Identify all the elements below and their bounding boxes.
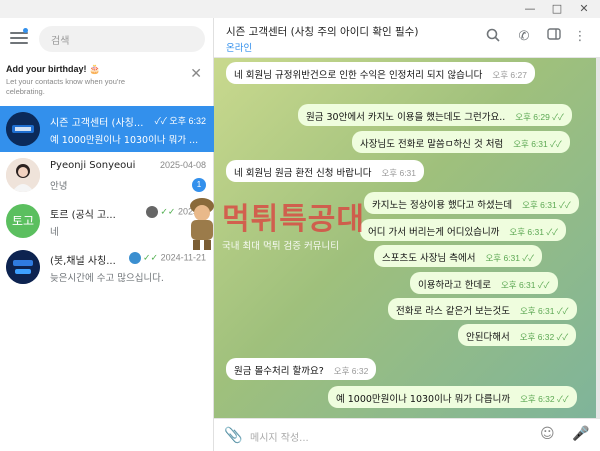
chat-title: 시즌 고객센터 (사칭 주의 아이디 확인 필수): [226, 26, 419, 38]
emoji-icon[interactable]: ☺: [540, 426, 555, 442]
scrollbar[interactable]: [596, 58, 600, 418]
chat-list-item[interactable]: 토고 토르 (공식 고... ✓✓ 2025-0 네: [0, 198, 214, 244]
search-input[interactable]: 검색: [39, 26, 205, 52]
small-avatar-icon: [145, 206, 158, 218]
minimize-icon[interactable]: —: [520, 1, 540, 17]
chat-preview: 예 1000만원이나 1030이나 뭐가 ...: [50, 135, 199, 146]
chat-name: Pyeonji Sonyeoui: [50, 160, 136, 171]
incoming-message[interactable]: 네 회원님 규정위반건으로 인한 수익은 인정처리 되지 않습니다 오후 6:27: [226, 62, 535, 84]
outgoing-message[interactable]: 안된다해서 오후 6:32 ✓✓: [458, 324, 577, 346]
double-check-icon: ✓✓: [556, 332, 569, 342]
outgoing-message[interactable]: 이용하라고 한데로 오후 6:31 ✓✓: [410, 272, 558, 294]
profile-photo-icon: [6, 158, 40, 192]
incoming-message[interactable]: 네 회원님 원금 환전 신청 바랍니다 오후 6:31: [226, 160, 425, 182]
birthday-subtitle: Let your contacts know when you're celeb…: [6, 77, 125, 96]
microphone-icon[interactable]: 🎤: [572, 426, 589, 442]
chat-preview: 안녕: [50, 181, 68, 192]
double-check-icon: ✓✓: [154, 116, 167, 126]
close-icon[interactable]: ✕: [190, 66, 202, 82]
small-avatar-icon: [128, 252, 141, 264]
outgoing-message[interactable]: 어디 가서 버리는게 어디있습니까 오후 6:31 ✓✓: [360, 219, 566, 241]
watermark-subtitle: 국내 최대 먹튀 검증 커뮤니티: [222, 241, 339, 252]
maximize-icon[interactable]: □: [547, 1, 567, 17]
attach-icon[interactable]: 📎: [224, 426, 243, 444]
double-check-icon: ✓✓: [522, 253, 534, 263]
double-check-icon: ✓✓: [160, 206, 176, 217]
search-icon[interactable]: [484, 28, 502, 46]
double-check-icon: ✓✓: [537, 280, 550, 290]
more-options-icon[interactable]: ⋮: [571, 28, 589, 46]
birthday-title: Add your birthday! 🎂: [6, 64, 101, 74]
chat-list-item[interactable]: 시즌 고객센터 (사칭... ✓✓ 오후 6:32 예 1000만원이나 103…: [0, 106, 214, 152]
outgoing-message[interactable]: 사장님도 전화로 말씀ㅁ하신 것 처럼 오후 6:31 ✓✓: [352, 131, 570, 153]
season-logo-icon: [6, 250, 40, 284]
close-icon[interactable]: ✕: [574, 1, 594, 17]
chat-time: ✓✓ 오후 6:32: [154, 116, 206, 126]
outgoing-message[interactable]: 원금 30안에서 카지노 이용을 했는데도 그런가요.. 오후 6:29 ✓✓: [298, 104, 572, 126]
incoming-message[interactable]: 원금 몰수처리 할까요? 오후 6:32: [226, 358, 377, 380]
double-check-icon: ✓✓: [550, 139, 562, 149]
double-check-icon: ✓✓: [556, 394, 569, 404]
watermark-title: 먹튀특공대: [222, 202, 365, 237]
double-check-icon: ✓✓: [559, 200, 571, 210]
avatar: [6, 250, 40, 284]
chat-name: 시즌 고객센터 (사칭...: [50, 118, 144, 129]
telegram-window: — □ ✕ 검색 Add your birthday! 🎂 Let your c…: [0, 0, 600, 451]
chat-header[interactable]: 시즌 고객센터 (사칭 주의 아이디 확인 필수) 온라인 ✆ ⋮: [214, 18, 600, 58]
double-check-icon: ✓✓: [546, 227, 558, 237]
chat-name: (봇,채널 사칭...: [50, 256, 116, 267]
outgoing-message[interactable]: 스포츠도 사장님 측에서 오후 6:31 ✓✓: [374, 245, 542, 267]
chat-preview: 늦은시간에 수고 많으십니다.: [50, 273, 164, 284]
menu-notification-dot: [23, 28, 28, 33]
avatar: [6, 112, 40, 146]
chat-list-item[interactable]: (봇,채널 사칭... ✓✓ 2024-11-21 늦은시간에 수고 많으십니다…: [0, 244, 214, 290]
chat-list-item[interactable]: Pyeonji Sonyeoui 2025-04-08 안녕 1: [0, 152, 214, 198]
outgoing-message[interactable]: 전화로 라스 같은거 보는것도 오후 6:31 ✓✓: [388, 298, 577, 320]
chat-time: 2025-04-08: [159, 160, 206, 170]
outgoing-message[interactable]: 카지노는 정상이용 했다고 하셨는데 오후 6:31 ✓✓: [364, 192, 579, 214]
birthday-banner[interactable]: Add your birthday! 🎂 Let your contacts k…: [0, 58, 214, 98]
message-composer[interactable]: 📎 메시지 작성... ☺ 🎤: [214, 418, 600, 451]
unread-badge: 1: [192, 178, 206, 192]
avatar: 토고: [6, 204, 40, 238]
soldier-mascot-icon: [190, 198, 214, 250]
message-input[interactable]: 메시지 작성...: [250, 429, 309, 444]
double-check-icon: ✓✓: [556, 306, 569, 316]
outgoing-message[interactable]: 예 1000만원이나 1030이나 뭐가 다릅니까 오후 6:32 ✓✓: [328, 386, 577, 408]
season-logo-icon: [6, 112, 40, 146]
online-status: 온라인: [226, 43, 253, 54]
phone-icon[interactable]: ✆: [515, 28, 533, 46]
chat-preview: 네: [50, 227, 59, 238]
avatar: [6, 158, 40, 192]
sidebar-toggle-icon[interactable]: [545, 28, 563, 46]
double-check-icon: ✓✓: [552, 112, 564, 122]
double-check-icon: ✓✓: [143, 252, 159, 263]
chat-name: 토르 (공식 고...: [50, 210, 116, 221]
chat-list-sidebar: 검색 Add your birthday! 🎂 Let your contact…: [0, 18, 214, 451]
title-bar: — □ ✕: [0, 0, 600, 18]
chat-time: ✓✓ 2024-11-21: [128, 252, 206, 264]
hamburger-menu-icon[interactable]: [10, 32, 28, 46]
